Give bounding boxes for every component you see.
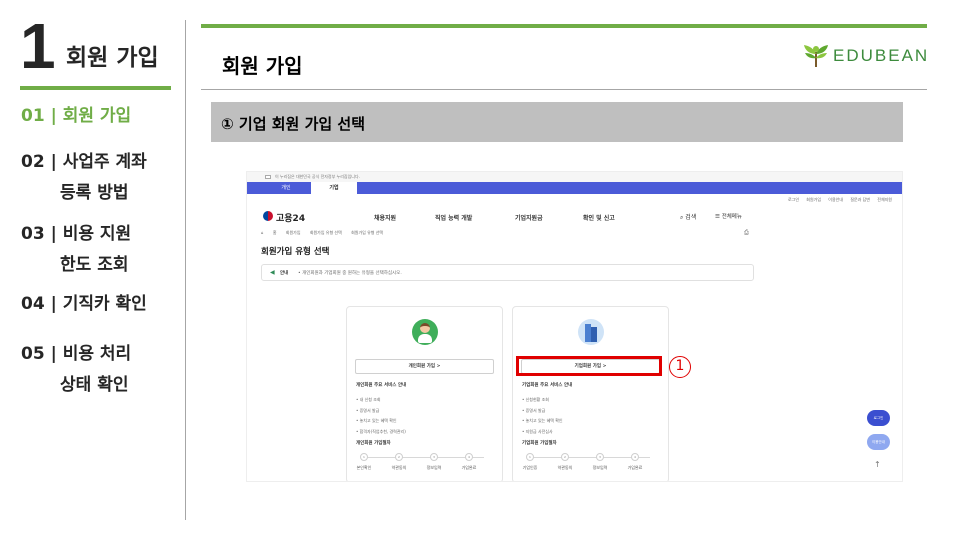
- column-divider: [185, 20, 186, 520]
- process-step: 2 약관동의: [391, 453, 407, 470]
- util-link[interactable]: 전체지원: [877, 197, 892, 202]
- personal-process-steps: 1 본인확인 2 약관동의 3 정보입력 4 가입완료: [357, 453, 492, 475]
- top-accent-bar: [201, 24, 927, 28]
- corporate-member-card: 기업회원 가입 > 기업회원 주요 서비스 안내 • 신청현황 조회 • 증명서…: [512, 306, 669, 481]
- nav-item-label: 01 | 회원 가입: [21, 106, 132, 126]
- callout-number: 1: [669, 356, 691, 378]
- nav-item-sublabel: 등록 방법: [60, 183, 129, 203]
- process-step: 4 가입완료: [627, 453, 643, 470]
- print-icon[interactable]: ⎙: [744, 229, 749, 237]
- menu-report[interactable]: 확인 및 신고: [583, 213, 615, 222]
- util-link[interactable]: 회원가입: [806, 197, 821, 202]
- flag-icon: [265, 175, 271, 179]
- list-item: • 합격자(직업추천, 경력관리): [356, 428, 406, 434]
- nav-item-limit[interactable]: 03 | 비용 지원 한도 조회: [21, 219, 131, 281]
- info-text: • 개인회원과 기업회원 중 원하는 유형을 선택하십시오.: [298, 271, 402, 276]
- personal-signup-button[interactable]: 개인회원 가입 >: [355, 359, 494, 374]
- info-notice: ◀ 안내 • 개인회원과 기업회원 중 원하는 유형을 선택하십시오.: [261, 264, 754, 281]
- step-title: ① 기업 회원 가입 선택: [221, 115, 365, 133]
- left-accent-bar: [20, 86, 171, 90]
- breadcrumb-item[interactable]: 회원가입 유형 선택: [351, 230, 383, 235]
- hamburger-icon: ☰: [715, 214, 720, 220]
- corporate-services-list: • 신청현황 조회 • 증명서 발급 • 놓치고 있는 혜택 확인 • 지원금 …: [522, 395, 563, 437]
- nav-item-account[interactable]: 02 | 사업주 계좌 등록 방법: [21, 147, 147, 209]
- member-type-tabs: 개인 기업: [247, 182, 902, 194]
- util-link[interactable]: 로그인: [788, 197, 799, 202]
- breadcrumb-item[interactable]: 회원가입: [286, 230, 301, 235]
- website-screenshot: 이 누리집은 대한민국 공식 전자정부 누리집입니다. 개인 기업 로그인 회원…: [246, 171, 903, 482]
- util-link[interactable]: 질문과 답변: [850, 197, 870, 202]
- corporate-process-title: 기업회원 가입절차: [522, 441, 557, 446]
- sprout-icon: [804, 45, 828, 67]
- list-item: • 놓치고 있는 혜택 확인: [522, 418, 563, 423]
- all-menu-label: 전체메뉴: [721, 214, 742, 220]
- nav-item-sublabel: 상태 확인: [60, 375, 129, 395]
- page-title: 회원가입 유형 선택: [261, 247, 330, 257]
- nav-item-label: 02 | 사업주 계좌: [21, 152, 147, 172]
- nav-item-status[interactable]: 05 | 비용 처리 상태 확인: [21, 339, 131, 401]
- edubean-logo: EDUBEAN: [803, 44, 929, 68]
- nav-item-label: 04 | 기직카 확인: [21, 294, 147, 314]
- process-step: 2 약관동의: [557, 453, 573, 470]
- personal-services-title: 개인회원 주요 서비스 안내: [356, 383, 407, 388]
- list-item: • 증명서 발급: [356, 407, 380, 413]
- chapter-number: 1: [20, 10, 56, 82]
- corporate-process-steps: 1 기업인증 2 약관동의 3 정보입력 4 가입완료: [523, 453, 658, 475]
- megaphone-icon: ◀: [270, 269, 275, 276]
- tab-corporate[interactable]: 기업: [311, 182, 357, 194]
- menu-recruit[interactable]: 채용지원: [374, 213, 396, 222]
- process-step: 1 기업인증: [522, 453, 538, 470]
- menu-training[interactable]: 직업 능력 개발: [435, 213, 472, 222]
- list-item: • 증명서 발급: [522, 407, 546, 413]
- nav-item-label: 03 | 비용 지원: [21, 224, 132, 244]
- corporate-services-title: 기업회원 주요 서비스 안내: [522, 383, 573, 388]
- person-avatar-icon: [405, 319, 445, 347]
- section-title: 회원 가입: [222, 54, 303, 78]
- search-icon: ⌕: [680, 214, 684, 221]
- list-item: • 놓치고 있는 혜택 확인: [356, 418, 397, 423]
- tab-personal[interactable]: 개인: [267, 182, 305, 194]
- float-login-button[interactable]: 로그인: [867, 410, 890, 426]
- personal-member-card: 개인회원 가입 > 개인회원 주요 서비스 안내 • 내 신청 조회 • 증명서…: [346, 306, 503, 481]
- building-icon: [571, 319, 611, 347]
- list-item: • 지원금 사전심사: [522, 428, 553, 434]
- menu-subsidy[interactable]: 기업지원금: [515, 213, 543, 222]
- list-item: • 신청현황 조회: [522, 397, 549, 402]
- nav-item-signup[interactable]: 01 | 회원 가입: [21, 101, 131, 132]
- process-step: 3 정보입력: [426, 453, 442, 470]
- logo-text: EDUBEAN: [833, 46, 930, 65]
- utility-links: 로그인 회원가입 이용안내 질문과 답변 전체지원: [782, 197, 892, 203]
- process-step: 1 본인확인: [356, 453, 372, 470]
- scroll-top-button[interactable]: ↑: [874, 460, 881, 469]
- home-icon: ⌂: [261, 230, 264, 235]
- process-step: 4 가입완료: [461, 453, 477, 470]
- util-link[interactable]: 이용안내: [828, 197, 843, 202]
- all-menu-button[interactable]: ☰ 전체메뉴: [715, 212, 742, 220]
- personal-process-title: 개인회원 가입절차: [356, 441, 391, 446]
- header-divider: [201, 89, 927, 90]
- gov-notice: 이 누리집은 대한민국 공식 전자정부 누리집입니다.: [247, 172, 902, 182]
- nav-item-sublabel: 한도 조회: [60, 255, 129, 275]
- search-label: 검색: [685, 214, 697, 221]
- breadcrumb-item[interactable]: 회원가입 유형 선택: [310, 230, 342, 235]
- highlight-box: [516, 356, 662, 376]
- nav-item-card[interactable]: 04 | 기직카 확인: [21, 289, 147, 320]
- nav-item-label: 05 | 비용 처리: [21, 344, 132, 364]
- info-label: 안내: [280, 271, 289, 276]
- personal-services-list: • 내 신청 조회 • 증명서 발급 • 놓치고 있는 혜택 확인 • 합격자(…: [356, 395, 406, 437]
- site-logo[interactable]: 고용24: [276, 211, 305, 224]
- process-step: 3 정보입력: [592, 453, 608, 470]
- list-item: • 내 신청 조회: [356, 397, 381, 402]
- breadcrumb-item[interactable]: 홈: [273, 230, 277, 235]
- breadcrumb: ⌂ 홈 회원가입 회원가입 유형 선택 회원가입 유형 선택: [261, 230, 391, 236]
- step-banner: ① 기업 회원 가입 선택: [211, 102, 903, 142]
- search-button[interactable]: ⌕ 검색: [680, 212, 696, 222]
- chapter-title: 회원 가입: [66, 45, 159, 71]
- taegeuk-logo-icon: [263, 211, 273, 221]
- float-guide-button[interactable]: 이용안내: [867, 434, 890, 450]
